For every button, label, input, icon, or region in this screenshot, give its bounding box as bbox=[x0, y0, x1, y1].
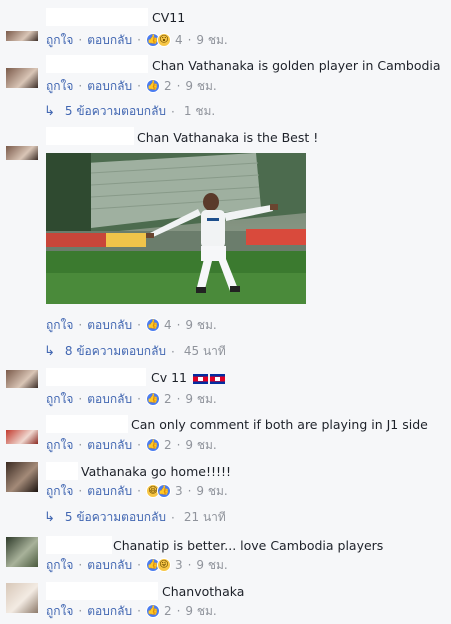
reaction-count: 4 bbox=[163, 318, 172, 332]
reply-link[interactable]: ตอบกลับ bbox=[87, 31, 132, 50]
like-link[interactable]: ถูกใจ bbox=[46, 77, 73, 96]
reactions[interactable]: 😆 👍 bbox=[145, 484, 171, 498]
reaction-count: 2 bbox=[163, 438, 172, 452]
reply-arrow-icon: ↳ bbox=[44, 510, 55, 525]
timestamp[interactable]: 9 ชม. bbox=[185, 77, 216, 96]
like-icon: 👍 bbox=[145, 604, 160, 618]
like-link[interactable]: ถูกใจ bbox=[46, 556, 73, 575]
timestamp[interactable]: 9 ชม. bbox=[185, 316, 216, 335]
view-replies-link[interactable]: ↳ 5 ข้อความตอบกลับ · 21 นาที bbox=[44, 508, 226, 527]
comment-text: Chanvothaka bbox=[162, 584, 245, 599]
comment-text: Can only comment if both are playing in … bbox=[131, 417, 428, 432]
reply-link[interactable]: ตอบกลับ bbox=[87, 436, 132, 455]
reactions[interactable]: 👍 bbox=[145, 79, 160, 93]
cambodia-flag-icon bbox=[193, 373, 208, 384]
comment-text: Chan Vathanaka is golden player in Cambo… bbox=[152, 58, 441, 73]
reply-link[interactable]: ตอบกลับ bbox=[87, 556, 132, 575]
author-name[interactable] bbox=[46, 462, 78, 480]
like-icon: 👍 bbox=[145, 79, 160, 93]
comment-text: CV11 bbox=[152, 10, 186, 25]
reaction-count: 2 bbox=[163, 604, 172, 618]
comment-actions: ถูกใจ · ตอบกลับ · 👍 2 · 9 ชม. bbox=[46, 391, 217, 407]
reactions[interactable]: 👍 bbox=[145, 392, 160, 406]
cambodia-flag-icon bbox=[210, 373, 225, 384]
reactions[interactable]: 👍 bbox=[145, 318, 160, 332]
avatar[interactable] bbox=[6, 370, 38, 388]
reactions[interactable]: 👍 😜 bbox=[145, 558, 171, 572]
comment-photo[interactable] bbox=[46, 153, 306, 304]
like-link[interactable]: ถูกใจ bbox=[46, 602, 73, 621]
reaction-count: 2 bbox=[163, 79, 172, 93]
author-name[interactable] bbox=[46, 582, 158, 600]
football-player-photo bbox=[46, 153, 306, 304]
reply-link[interactable]: ตอบกลับ bbox=[87, 77, 132, 96]
comment-text: Chanatip is better... love Cambodia play… bbox=[113, 538, 384, 553]
reactions[interactable]: 👍 😮 bbox=[145, 33, 171, 47]
like-link[interactable]: ถูกใจ bbox=[46, 390, 73, 409]
comment-text: Chan Vathanaka is the Best ! bbox=[137, 130, 319, 145]
reactions[interactable]: 👍 bbox=[145, 604, 160, 618]
reaction-count: 2 bbox=[163, 392, 172, 406]
author-name[interactable] bbox=[46, 127, 134, 145]
wow-icon: 😮 bbox=[156, 33, 171, 47]
timestamp[interactable]: 9 ชม. bbox=[185, 390, 216, 409]
author-name[interactable] bbox=[46, 536, 112, 554]
reactions[interactable]: 👍 bbox=[145, 438, 160, 452]
reaction-count: 3 bbox=[174, 558, 183, 572]
avatar[interactable] bbox=[6, 146, 38, 160]
comment-actions: ถูกใจ · ตอบกลับ · 😆 👍 3 · 9 ชม. bbox=[46, 483, 228, 499]
like-link[interactable]: ถูกใจ bbox=[46, 316, 73, 335]
avatar[interactable] bbox=[6, 31, 38, 41]
comment-actions: ถูกใจ · ตอบกลับ · 👍 😜 3 · 9 ชม. bbox=[46, 557, 228, 573]
like-icon: 👍 bbox=[145, 392, 160, 406]
avatar[interactable] bbox=[6, 462, 38, 492]
like-link[interactable]: ถูกใจ bbox=[46, 31, 73, 50]
timestamp[interactable]: 9 ชม. bbox=[185, 602, 216, 621]
view-replies-link[interactable]: ↳ 5 ข้อความตอบกลับ · 1 ชม. bbox=[44, 102, 215, 121]
timestamp[interactable]: 9 ชม. bbox=[196, 482, 227, 501]
reply-arrow-icon: ↳ bbox=[44, 344, 55, 359]
avatar[interactable] bbox=[6, 430, 38, 444]
reaction-count: 3 bbox=[174, 484, 183, 498]
comment-text: Cv 11 bbox=[151, 370, 225, 385]
timestamp[interactable]: 9 ชม. bbox=[185, 436, 216, 455]
comment-actions: ถูกใจ · ตอบกลับ · 👍 2 · 9 ชม. bbox=[46, 437, 217, 453]
timestamp[interactable]: 9 ชม. bbox=[196, 31, 227, 50]
reaction-count: 4 bbox=[174, 33, 183, 47]
comment-actions: ถูกใจ · ตอบกลับ · 👍 4 · 9 ชม. bbox=[46, 317, 217, 333]
comment-actions: ถูกใจ · ตอบกลับ · 👍 😮 4 · 9 ชม. bbox=[46, 32, 228, 48]
author-name[interactable] bbox=[46, 415, 128, 433]
like-icon: 👍 bbox=[145, 318, 160, 332]
comment-text: Vathanaka go home!!!!! bbox=[81, 464, 232, 479]
reply-link[interactable]: ตอบกลับ bbox=[87, 390, 132, 409]
timestamp: 21 นาที bbox=[183, 510, 226, 524]
author-name[interactable] bbox=[46, 55, 148, 73]
reply-arrow-icon: ↳ bbox=[44, 104, 55, 119]
view-replies-link[interactable]: ↳ 8 ข้อความตอบกลับ · 45 นาที bbox=[44, 342, 226, 361]
avatar[interactable] bbox=[6, 537, 38, 567]
haha-icon: 😜 bbox=[156, 558, 171, 572]
like-icon: 👍 bbox=[145, 438, 160, 452]
reply-link[interactable]: ตอบกลับ bbox=[87, 316, 132, 335]
reply-link[interactable]: ตอบกลับ bbox=[87, 482, 132, 501]
avatar[interactable] bbox=[6, 583, 38, 613]
comment-actions: ถูกใจ · ตอบกลับ · 👍 2 · 9 ชม. bbox=[46, 603, 217, 619]
comment-actions: ถูกใจ · ตอบกลับ · 👍 2 · 9 ชม. bbox=[46, 78, 217, 94]
author-name[interactable] bbox=[46, 8, 148, 26]
like-link[interactable]: ถูกใจ bbox=[46, 482, 73, 501]
timestamp: 1 ชม. bbox=[183, 104, 216, 118]
timestamp[interactable]: 9 ชม. bbox=[196, 556, 227, 575]
reply-link[interactable]: ตอบกลับ bbox=[87, 602, 132, 621]
like-link[interactable]: ถูกใจ bbox=[46, 436, 73, 455]
timestamp: 45 นาที bbox=[183, 344, 226, 358]
author-name[interactable] bbox=[46, 368, 146, 386]
like-icon: 👍 bbox=[156, 484, 171, 498]
avatar[interactable] bbox=[6, 68, 38, 88]
